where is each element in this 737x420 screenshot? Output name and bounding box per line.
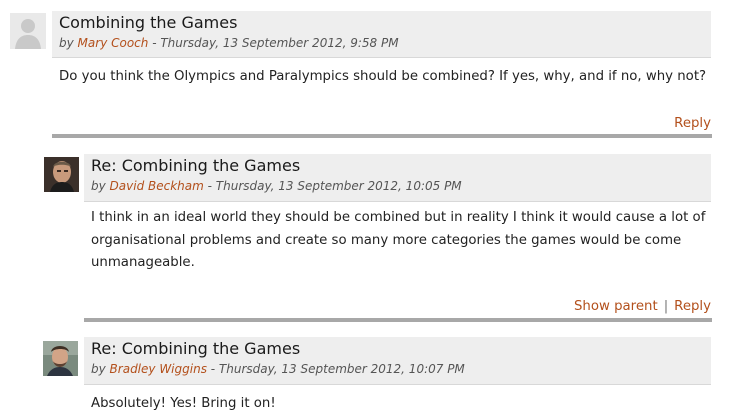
- author-link[interactable]: David Beckham: [110, 179, 204, 193]
- post-subject: Re: Combining the Games: [91, 156, 301, 175]
- author-link[interactable]: Bradley Wiggins: [110, 362, 207, 376]
- command-separator: |: [663, 299, 669, 314]
- post-header: Combining the Games by Mary Cooch - Thur…: [52, 11, 711, 58]
- post-byline: by Bradley Wiggins - Thursday, 13 Septem…: [91, 362, 465, 376]
- avatar[interactable]: [10, 13, 46, 49]
- post-message: I think in an ideal world they should be…: [91, 210, 706, 270]
- post-date: - Thursday, 13 September 2012, 9:58 PM: [148, 36, 399, 50]
- byline-prefix: by: [91, 179, 106, 193]
- byline-prefix: by: [91, 362, 106, 376]
- post-header: Re: Combining the Games by Bradley Wiggi…: [84, 337, 711, 385]
- user-photo: [43, 341, 78, 376]
- post-byline: by David Beckham - Thursday, 13 Septembe…: [91, 179, 462, 193]
- post-byline: by Mary Cooch - Thursday, 13 September 2…: [59, 36, 399, 50]
- reply-link[interactable]: Reply: [674, 299, 711, 314]
- post-date: - Thursday, 13 September 2012, 10:05 PM: [203, 179, 462, 193]
- avatar[interactable]: [43, 341, 78, 376]
- post-date: - Thursday, 13 September 2012, 10:07 PM: [206, 362, 465, 376]
- post-subject: Combining the Games: [59, 13, 238, 32]
- post-commands: Reply: [674, 116, 711, 131]
- post-header: Re: Combining the Games by David Beckham…: [84, 154, 711, 202]
- post-commands: Show parent | Reply: [574, 299, 711, 314]
- post-message: Do you think the Olympics and Paralympic…: [59, 69, 707, 84]
- post-subject: Re: Combining the Games: [91, 339, 301, 358]
- reply-link[interactable]: Reply: [674, 116, 711, 131]
- show-parent-link[interactable]: Show parent: [574, 299, 658, 314]
- avatar[interactable]: [44, 157, 79, 192]
- user-photo: [44, 157, 79, 192]
- post-separator: [52, 134, 712, 138]
- default-user-icon: [10, 13, 46, 49]
- post-separator: [84, 318, 712, 322]
- post-message: Absolutely! Yes! Bring it on!: [91, 396, 276, 411]
- author-link[interactable]: Mary Cooch: [78, 36, 149, 50]
- byline-prefix: by: [59, 36, 74, 50]
